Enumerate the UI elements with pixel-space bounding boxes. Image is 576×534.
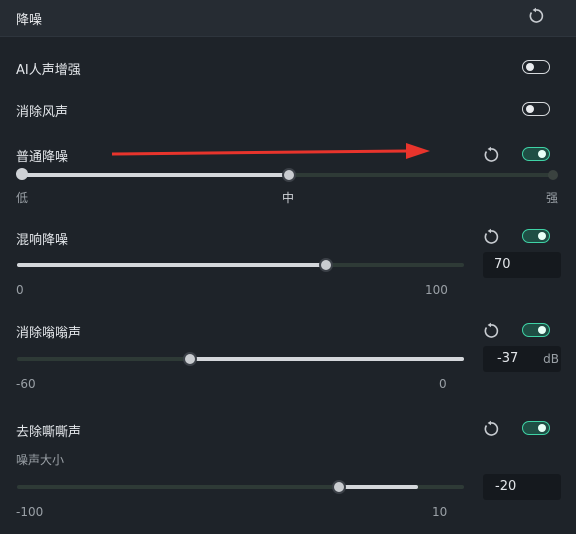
toggle-knob	[538, 424, 546, 432]
hiss-value-field[interactable]: -20	[483, 474, 561, 500]
reset-icon[interactable]	[482, 420, 500, 438]
reverb-denoise-toggle[interactable]	[522, 229, 550, 243]
hum-slider-fill	[189, 357, 464, 361]
toggle-knob	[538, 232, 546, 240]
hiss-slider-fill	[338, 485, 418, 489]
hum-max-label: 0	[439, 377, 447, 391]
hum-value-field[interactable]: -37 dB	[483, 346, 561, 372]
panel-header	[0, 0, 576, 37]
normal-denoise-fill	[20, 173, 288, 177]
hum-slider-thumb[interactable]	[183, 352, 197, 366]
low-stop-dot[interactable]	[16, 168, 28, 180]
hiss-min-label: -100	[16, 505, 44, 519]
hiss-removal-label: 去除嘶嘶声	[16, 425, 82, 440]
hum-removal-label: 消除嗡嗡声	[16, 326, 82, 341]
wind-removal-toggle[interactable]	[522, 102, 550, 116]
normal-denoise-thumb[interactable]	[282, 168, 296, 182]
low-label: 低	[16, 191, 29, 205]
hiss-slider-thumb[interactable]	[332, 480, 346, 494]
mid-label: 中	[282, 191, 295, 205]
hum-value: -37	[497, 351, 519, 366]
reverb-slider-thumb[interactable]	[319, 258, 333, 272]
red-arrow-annotation	[112, 143, 430, 159]
reset-icon[interactable]	[482, 322, 500, 340]
reverb-value: 70	[494, 257, 511, 272]
ai-voice-label: AI人声增强	[16, 63, 81, 78]
hiss-max-label: 10	[432, 505, 448, 519]
reset-icon[interactable]	[482, 146, 500, 164]
high-stop-dot[interactable]	[548, 170, 558, 180]
ai-voice-toggle[interactable]	[522, 60, 550, 74]
toggle-knob	[526, 105, 534, 113]
reverb-max-label: 100	[425, 283, 448, 297]
panel-title: 降噪	[16, 13, 43, 28]
hum-unit: dB	[543, 352, 559, 366]
hiss-removal-toggle[interactable]	[522, 421, 550, 435]
noise-level-label: 噪声大小	[16, 453, 65, 467]
reverb-min-label: 0	[16, 283, 24, 297]
toggle-knob	[538, 326, 546, 334]
hum-removal-toggle[interactable]	[522, 323, 550, 337]
wind-removal-label: 消除风声	[16, 105, 69, 120]
hiss-value: -20	[495, 479, 517, 494]
toggle-knob	[526, 63, 534, 71]
hum-min-label: -60	[16, 377, 36, 391]
reverb-value-field[interactable]: 70	[483, 252, 561, 278]
reset-icon[interactable]	[527, 7, 545, 25]
toggle-knob	[538, 150, 546, 158]
reverb-denoise-label: 混响降噪	[16, 233, 69, 248]
reset-icon[interactable]	[482, 228, 500, 246]
reverb-slider-fill	[17, 263, 326, 267]
normal-denoise-toggle[interactable]	[522, 147, 550, 161]
high-label: 强	[546, 191, 559, 205]
normal-denoise-label: 普通降噪	[16, 150, 69, 165]
